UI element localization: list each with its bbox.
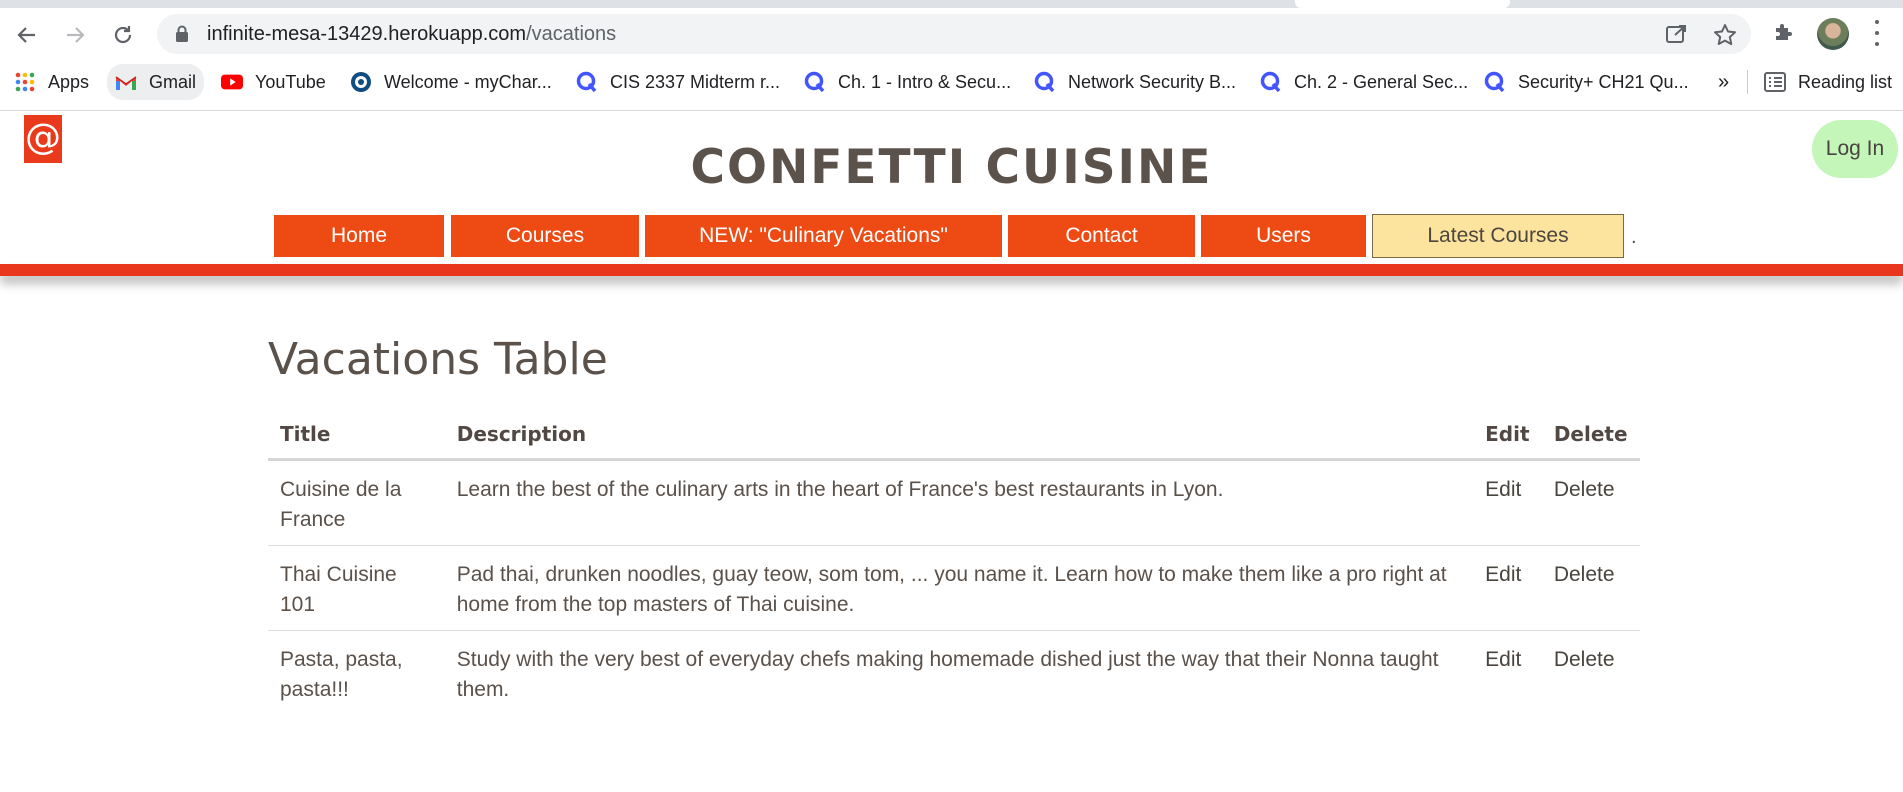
url-host: infinite-mesa-13429.herokuapp.com [207, 23, 527, 45]
quizlet-icon [1260, 71, 1282, 93]
column-header-edit: Edit [1473, 410, 1542, 461]
bookmark-youtube[interactable]: YouTube [221, 64, 326, 100]
bookmarks-separator [1747, 70, 1748, 94]
page-title: Vacations Table [268, 334, 608, 385]
edit-link[interactable]: Edit [1473, 459, 1542, 546]
table-row: Cuisine de la France Learn the best of t… [268, 459, 1640, 546]
delete-link[interactable]: Delete [1541, 459, 1640, 546]
reading-list-button[interactable]: Reading list [1764, 64, 1892, 100]
quizlet-icon [576, 71, 598, 93]
nav-courses[interactable]: Courses [451, 215, 639, 257]
table-header-row: Title Description Edit Delete [268, 410, 1640, 461]
reload-button[interactable] [108, 20, 138, 50]
forward-button[interactable] [60, 20, 90, 50]
reading-list-label: Reading list [1798, 71, 1893, 92]
nav-users[interactable]: Users [1201, 215, 1366, 257]
bookmarks-overflow-button[interactable]: » [1718, 64, 1729, 100]
share-icon[interactable] [1665, 23, 1689, 45]
nav-home[interactable]: Home [274, 215, 444, 257]
page-title-text: Vacations Table [268, 334, 608, 385]
nav-latest-courses[interactable]: Latest Courses [1372, 214, 1624, 258]
vacation-description: Pad thai, drunken noodles, guay teow, so… [444, 545, 1474, 631]
bookmark-network-security[interactable]: Network Security B... [1034, 64, 1236, 100]
nav-culinary-vacations[interactable]: NEW: "Culinary Vacations" [645, 215, 1002, 257]
bookmark-label: Ch. 2 - General Sec... [1294, 71, 1469, 92]
quizlet-icon [1034, 71, 1056, 93]
apps-grid-icon [14, 71, 36, 93]
back-arrow-icon [17, 27, 35, 43]
youtube-icon [221, 71, 243, 93]
delete-link[interactable]: Delete [1541, 545, 1640, 631]
vacations-table: Title Description Edit Delete Cuisine de… [268, 410, 1640, 715]
vacation-title: Thai Cuisine 101 [268, 545, 445, 631]
bookmark-label: Security+ CH21 Qu... [1518, 71, 1689, 92]
lock-icon[interactable] [175, 25, 189, 43]
edit-link[interactable]: Edit [1473, 545, 1542, 631]
url-text[interactable]: infinite-mesa-13429.herokuapp.com/vacati… [207, 23, 616, 46]
gmail-icon [115, 71, 137, 93]
bookmark-label: Welcome - myChar... [384, 71, 552, 92]
bookmark-label: Ch. 1 - Intro & Secu... [838, 71, 1012, 92]
vacation-description: Study with the very best of everyday che… [456, 648, 1439, 701]
reading-list-icon [1764, 71, 1786, 93]
column-header-title: Title [268, 410, 445, 461]
url-path: /vacations [526, 23, 617, 45]
edit-link[interactable]: Edit [1473, 631, 1542, 716]
bookmark-label: Apps [48, 71, 90, 92]
bookmarks-bar: Apps Gmail YouTube Welcome - myChar... C… [0, 64, 1903, 100]
bookmark-mychart[interactable]: Welcome - myChar... [350, 64, 552, 100]
vacation-title: Pasta, pasta, pasta!!! [280, 648, 403, 701]
extensions-puzzle-icon[interactable] [1772, 20, 1796, 44]
address-bar[interactable]: infinite-mesa-13429.herokuapp.com/vacati… [157, 14, 1751, 54]
quizlet-icon [1484, 71, 1506, 93]
bookmark-star-icon[interactable] [1713, 23, 1737, 47]
bookmark-label: Gmail [149, 71, 197, 92]
nav-trailing-dot: . [1631, 226, 1637, 248]
bookmark-label: YouTube [255, 71, 326, 92]
table-row: Pasta, pasta, pasta!!! Study with the ve… [268, 631, 1640, 716]
browser-menu-icon[interactable] [1874, 20, 1880, 46]
forward-arrow-icon [67, 27, 85, 43]
bookmark-gmail[interactable]: Gmail [107, 64, 205, 100]
bookmark-cis2337[interactable]: CIS 2337 Midterm r... [576, 64, 780, 100]
vacation-description: Learn the best of the culinary arts in t… [444, 459, 1474, 546]
mychart-icon [350, 71, 372, 93]
bookmark-label: CIS 2337 Midterm r... [610, 71, 781, 92]
table-row: Thai Cuisine 101 Pad thai, drunken noodl… [268, 545, 1640, 631]
back-button[interactable] [12, 20, 42, 50]
bookmark-ch2[interactable]: Ch. 2 - General Sec... [1260, 64, 1468, 100]
bookmark-label: Network Security B... [1068, 71, 1237, 92]
delete-link[interactable]: Delete [1542, 631, 1640, 716]
bookmark-apps[interactable]: Apps [14, 64, 89, 100]
quizlet-icon [804, 71, 826, 93]
header-divider-bar [0, 264, 1903, 276]
column-header-description: Description [444, 410, 1474, 461]
browser-toolbar: infinite-mesa-13429.herokuapp.com/vacati… [0, 0, 1903, 111]
profile-avatar[interactable] [1817, 18, 1849, 50]
nav-contact[interactable]: Contact [1008, 215, 1195, 257]
reload-icon [114, 26, 132, 44]
tab-strip [0, 0, 1903, 8]
bookmark-security-plus[interactable]: Security+ CH21 Qu... [1484, 64, 1689, 100]
active-tab[interactable] [1295, 0, 1510, 8]
column-header-delete: Delete [1541, 410, 1640, 461]
site-title: CONFETTI CUISINE [690, 140, 1213, 195]
vacation-title: Cuisine de la France [268, 459, 445, 546]
bookmark-ch1[interactable]: Ch. 1 - Intro & Secu... [804, 64, 1011, 100]
